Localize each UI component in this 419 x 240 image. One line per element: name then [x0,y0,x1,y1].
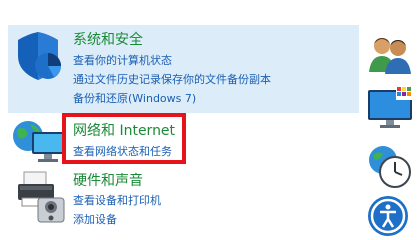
appearance-display-icon[interactable] [366,84,414,132]
printer-icon[interactable] [14,168,68,224]
link-devices-printers[interactable]: 查看设备和打印机 [73,192,161,208]
shield-icon[interactable] [14,30,66,82]
ease-of-access-icon[interactable] [366,194,414,236]
clock-region-icon[interactable] [365,144,415,190]
highlight-box [62,113,186,164]
category-title-system-security[interactable]: 系统和安全 [73,29,143,49]
link-add-device[interactable]: 添加设备 [73,211,117,227]
network-globe-icon[interactable] [12,118,68,166]
category-title-hardware-sound[interactable]: 硬件和声音 [73,170,143,190]
link-file-history-backup[interactable]: 通过文件历史记录保存你的文件备份副本 [73,71,271,87]
link-backup-restore[interactable]: 备份和还原(Windows 7) [73,90,196,106]
link-view-computer-status[interactable]: 查看你的计算机状态 [73,52,172,68]
user-accounts-icon[interactable] [367,34,413,74]
